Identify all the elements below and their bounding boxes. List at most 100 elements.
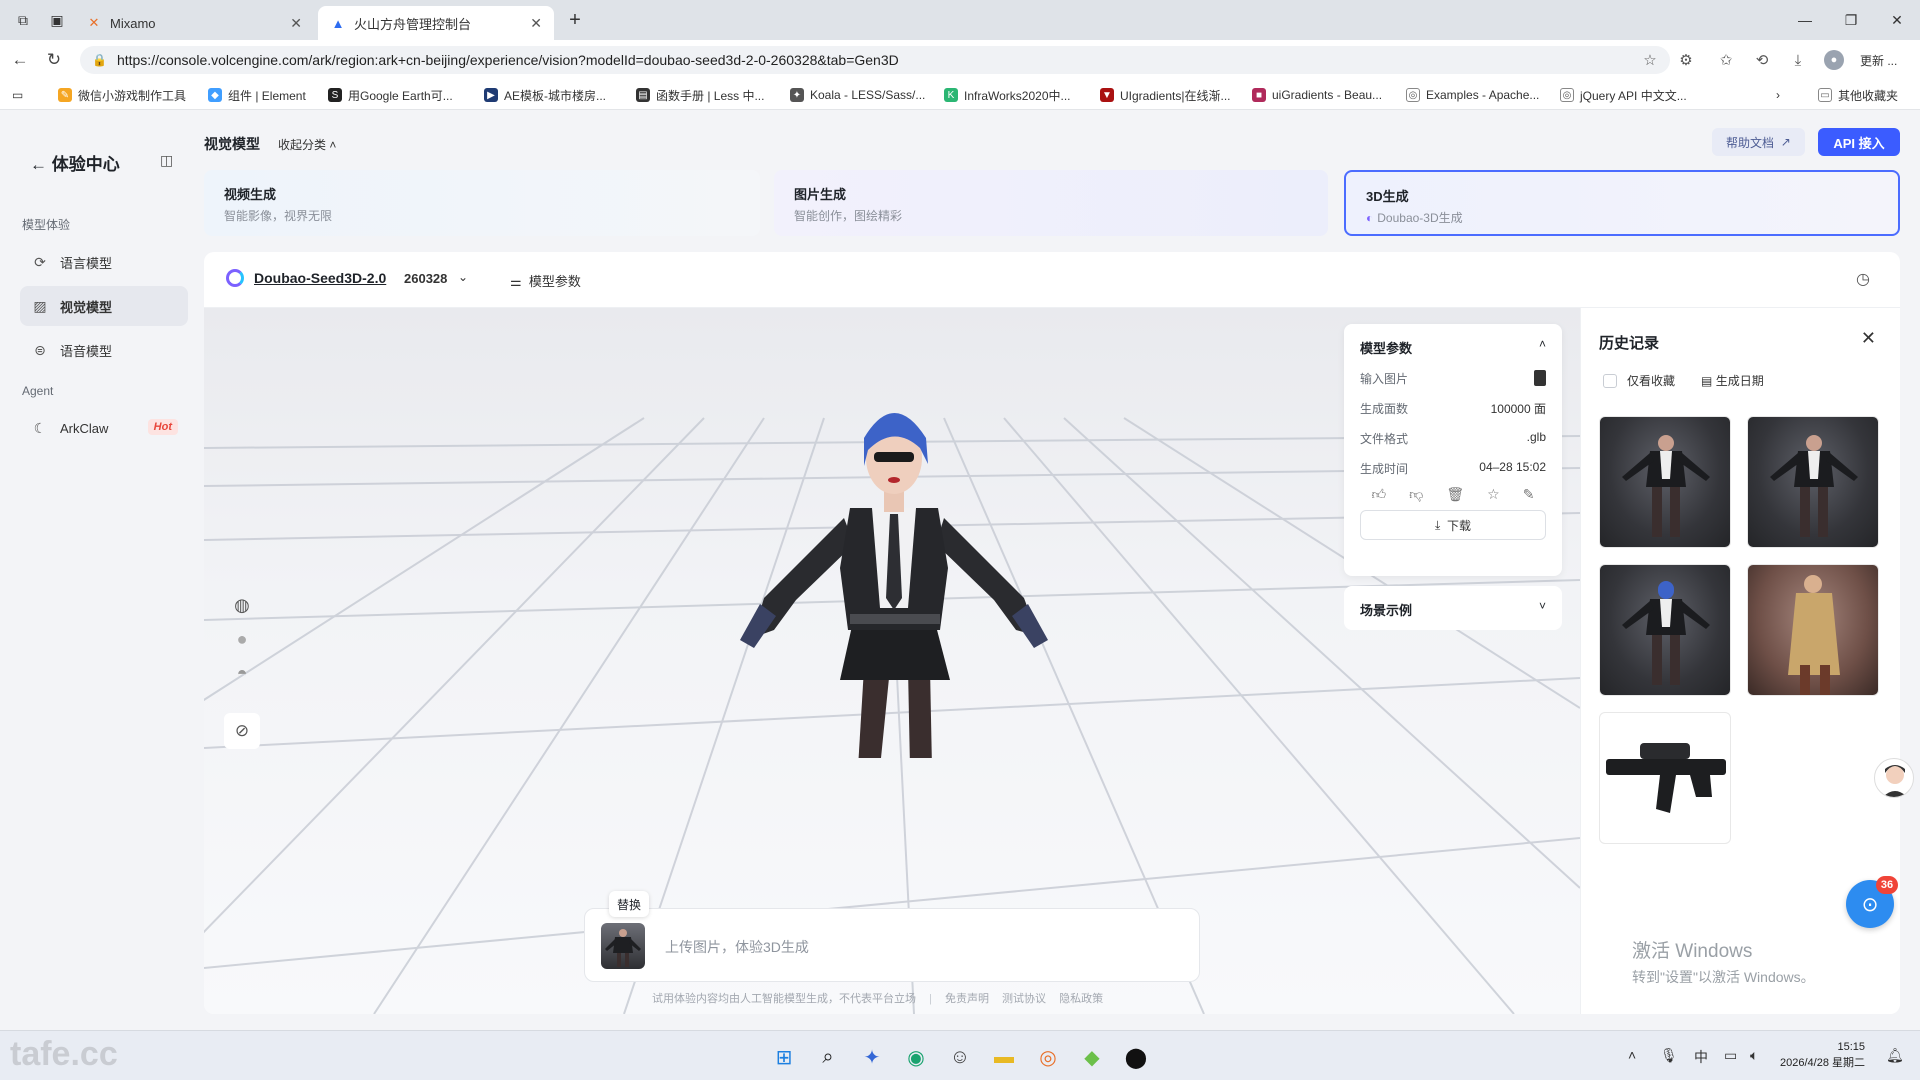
thumbs-up-icon[interactable]: 👍︎	[1372, 486, 1387, 503]
generation-date-filter[interactable]: ▤ 生成日期	[1701, 372, 1764, 389]
history-thumb-figure	[1622, 581, 1710, 685]
solid-shading-icon[interactable]: ●	[224, 622, 260, 656]
download-button[interactable]: ⤓ 下载	[1360, 510, 1546, 540]
back-icon[interactable]: ←	[8, 48, 32, 72]
upload-box[interactable]: 替换 上传图片，体验3D生成	[584, 891, 1200, 982]
only-favorites-checkbox[interactable]: 仅看收藏	[1603, 372, 1675, 389]
search-icon[interactable]: ⌕	[814, 1043, 842, 1071]
notification-bell-icon[interactable]: 🔔︎	[1886, 1047, 1904, 1064]
category-subtitle: Doubao-3D生成	[1377, 211, 1463, 225]
bookmark-item[interactable]: ▼ UIgradients|在线渐...	[1100, 87, 1231, 103]
star-icon[interactable]: ☆	[1640, 50, 1660, 70]
scene-examples-panel[interactable]: 场景示例 ˅	[1344, 586, 1562, 630]
bookmark-item[interactable]: ✦ Koala - LESS/Sass/...	[790, 87, 925, 103]
system-clock[interactable]: 15:15 2026/4/28 星期二	[1780, 1039, 1865, 1071]
microphone-icon[interactable]: 🎙︎	[1660, 1047, 1678, 1064]
new-tab-icon[interactable]: +	[552, 0, 598, 40]
app-icon[interactable]: ◆	[1078, 1043, 1106, 1071]
test-agreement-link[interactable]: 测试协议	[1002, 993, 1046, 1005]
history-item[interactable]	[1599, 416, 1731, 548]
history-icon[interactable]: ⟲	[1752, 50, 1772, 70]
chevron-right-icon[interactable]: ›	[1776, 87, 1780, 103]
model-params-button[interactable]: ⚌ 模型参数	[510, 271, 581, 290]
bookmark-item[interactable]: ▤ 函数手册 | Less 中...	[636, 87, 764, 103]
textured-shading-icon[interactable]: ◓	[224, 656, 260, 690]
favorites-icon[interactable]: ✩	[1716, 50, 1736, 70]
sidebar-item-vision[interactable]: ▨ 视觉模型	[20, 286, 188, 326]
sidebar-collapse-icon[interactable]: ◫	[160, 152, 173, 169]
update-button[interactable]: 更新 ...	[1852, 48, 1905, 72]
app-icon[interactable]: ✦	[858, 1043, 886, 1071]
sidebar-item-arkclaw[interactable]: ☾ ArkClaw Hot	[20, 408, 188, 448]
chevron-up-icon[interactable]: ˄	[1539, 337, 1546, 351]
bookmark-item[interactable]: ◎ jQuery API 中文文...	[1560, 87, 1687, 103]
privacy-policy-link[interactable]: 隐私政策	[1059, 993, 1103, 1005]
volume-icon[interactable]: 🔈︎	[1750, 1047, 1758, 1064]
reload-icon[interactable]: ↻	[42, 48, 66, 72]
edge-browser-icon[interactable]: ◉	[902, 1043, 930, 1071]
model-name[interactable]: Doubao-Seed3D-2.0	[254, 270, 386, 286]
close-icon[interactable]: ✕	[1861, 328, 1876, 349]
edit-icon[interactable]: ✎	[1523, 486, 1535, 503]
sidebar-item-speech[interactable]: ⊜ 语音模型	[20, 330, 188, 370]
minimize-icon[interactable]: —	[1782, 0, 1828, 40]
profile-avatar-icon[interactable]: ●	[1824, 50, 1844, 70]
chevron-down-icon[interactable]: ⌄	[458, 270, 468, 284]
reading-list-icon[interactable]: ▭	[12, 87, 23, 103]
history-clock-icon[interactable]: ◷	[1856, 269, 1870, 289]
close-icon[interactable]: ✕	[290, 15, 302, 32]
thumbs-down-icon[interactable]: 👎︎	[1409, 486, 1423, 503]
windows-start-icon[interactable]: ⊞	[770, 1043, 798, 1071]
history-item[interactable]	[1599, 712, 1731, 844]
bookmark-item[interactable]: ✎ 微信小游戏制作工具	[58, 87, 186, 103]
sidebar-back[interactable]: ← 体验中心	[30, 150, 120, 175]
bookmark-item[interactable]: ▶ AE模板-城市楼房...	[484, 87, 606, 103]
extensions-icon[interactable]: ⚙	[1676, 50, 1696, 70]
tab-volcengine[interactable]: ▲ 火山方舟管理控制台 ✕	[318, 6, 554, 40]
collapse-categories-button[interactable]: 收起分类 ˄	[278, 136, 336, 153]
window-close-icon[interactable]: ✕	[1874, 0, 1920, 40]
trash-icon[interactable]: 🗑︎	[1446, 486, 1464, 503]
bookmark-item[interactable]: K InfraWorks2020中...	[944, 87, 1071, 103]
bookmark-item[interactable]: S 用Google Earth可...	[328, 87, 453, 103]
history-item[interactable]	[1747, 564, 1879, 696]
category-video[interactable]: 视频生成 智能影像，视界无限	[204, 170, 760, 236]
blender-icon[interactable]: ◎	[1034, 1043, 1062, 1071]
wireframe-icon[interactable]: ◍	[224, 588, 260, 622]
bookmark-item[interactable]: ◆ 组件 | Element	[208, 87, 306, 103]
category-image[interactable]: 图片生成 智能创作，图绘精彩	[774, 170, 1328, 236]
light-off-icon[interactable]: ⊘	[224, 713, 260, 749]
arkclaw-icon: ☾	[33, 419, 47, 436]
uploaded-image-thumb[interactable]	[601, 923, 645, 969]
bookmark-item[interactable]: ■ uiGradients - Beau...	[1252, 87, 1382, 103]
url-input[interactable]: 🔒 https://console.volcengine.com/ark/reg…	[80, 46, 1670, 74]
bookmark-item[interactable]: ◎ Examples - Apache...	[1406, 87, 1539, 103]
category-3d[interactable]: 3D生成 ◐ Doubao-3D生成	[1344, 170, 1900, 236]
file-explorer-icon[interactable]: ▬	[990, 1043, 1018, 1071]
restore-icon[interactable]: ❐	[1828, 0, 1874, 40]
help-docs-button[interactable]: 帮助文档 ↗	[1712, 128, 1805, 156]
network-icon[interactable]: ▭	[1724, 1047, 1737, 1064]
disclaimer-link[interactable]: 免责声明	[945, 993, 989, 1005]
chevron-down-icon[interactable]: ˅	[1539, 599, 1546, 613]
api-access-button[interactable]: API 接入	[1818, 128, 1900, 156]
tab-mixamo[interactable]: ✕ Mixamo ✕	[74, 6, 314, 40]
ime-indicator[interactable]: 中	[1694, 1047, 1708, 1067]
app-icon[interactable]: ☺	[946, 1043, 974, 1071]
sidebar-item-language[interactable]: ⟳ 语言模型	[20, 242, 188, 282]
close-icon[interactable]: ✕	[530, 15, 542, 32]
bookmark-folder[interactable]: ▭ 其他收藏夹	[1818, 87, 1898, 103]
chevron-up-icon[interactable]: ˄	[1628, 1047, 1636, 1063]
download-icon[interactable]: ⤓	[1788, 50, 1808, 70]
help-label: 帮助文档	[1726, 135, 1775, 150]
3d-viewport[interactable]: ◍ ● ◓ ⊘ 模型参数 ˄ 输入图片 生成面数 100000 面 文件格式 .…	[204, 308, 1580, 1014]
star-icon[interactable]: ☆	[1487, 486, 1500, 503]
unreal-engine-icon[interactable]: ⬤	[1122, 1043, 1150, 1071]
scene-examples-title: 场景示例	[1360, 603, 1413, 618]
input-image-thumb[interactable]	[1534, 370, 1546, 386]
assistant-avatar[interactable]	[1874, 758, 1914, 798]
replace-button[interactable]: 替换	[609, 891, 650, 917]
history-item[interactable]	[1599, 564, 1731, 696]
history-item[interactable]	[1747, 416, 1879, 548]
model-version[interactable]: 260328	[404, 271, 447, 286]
